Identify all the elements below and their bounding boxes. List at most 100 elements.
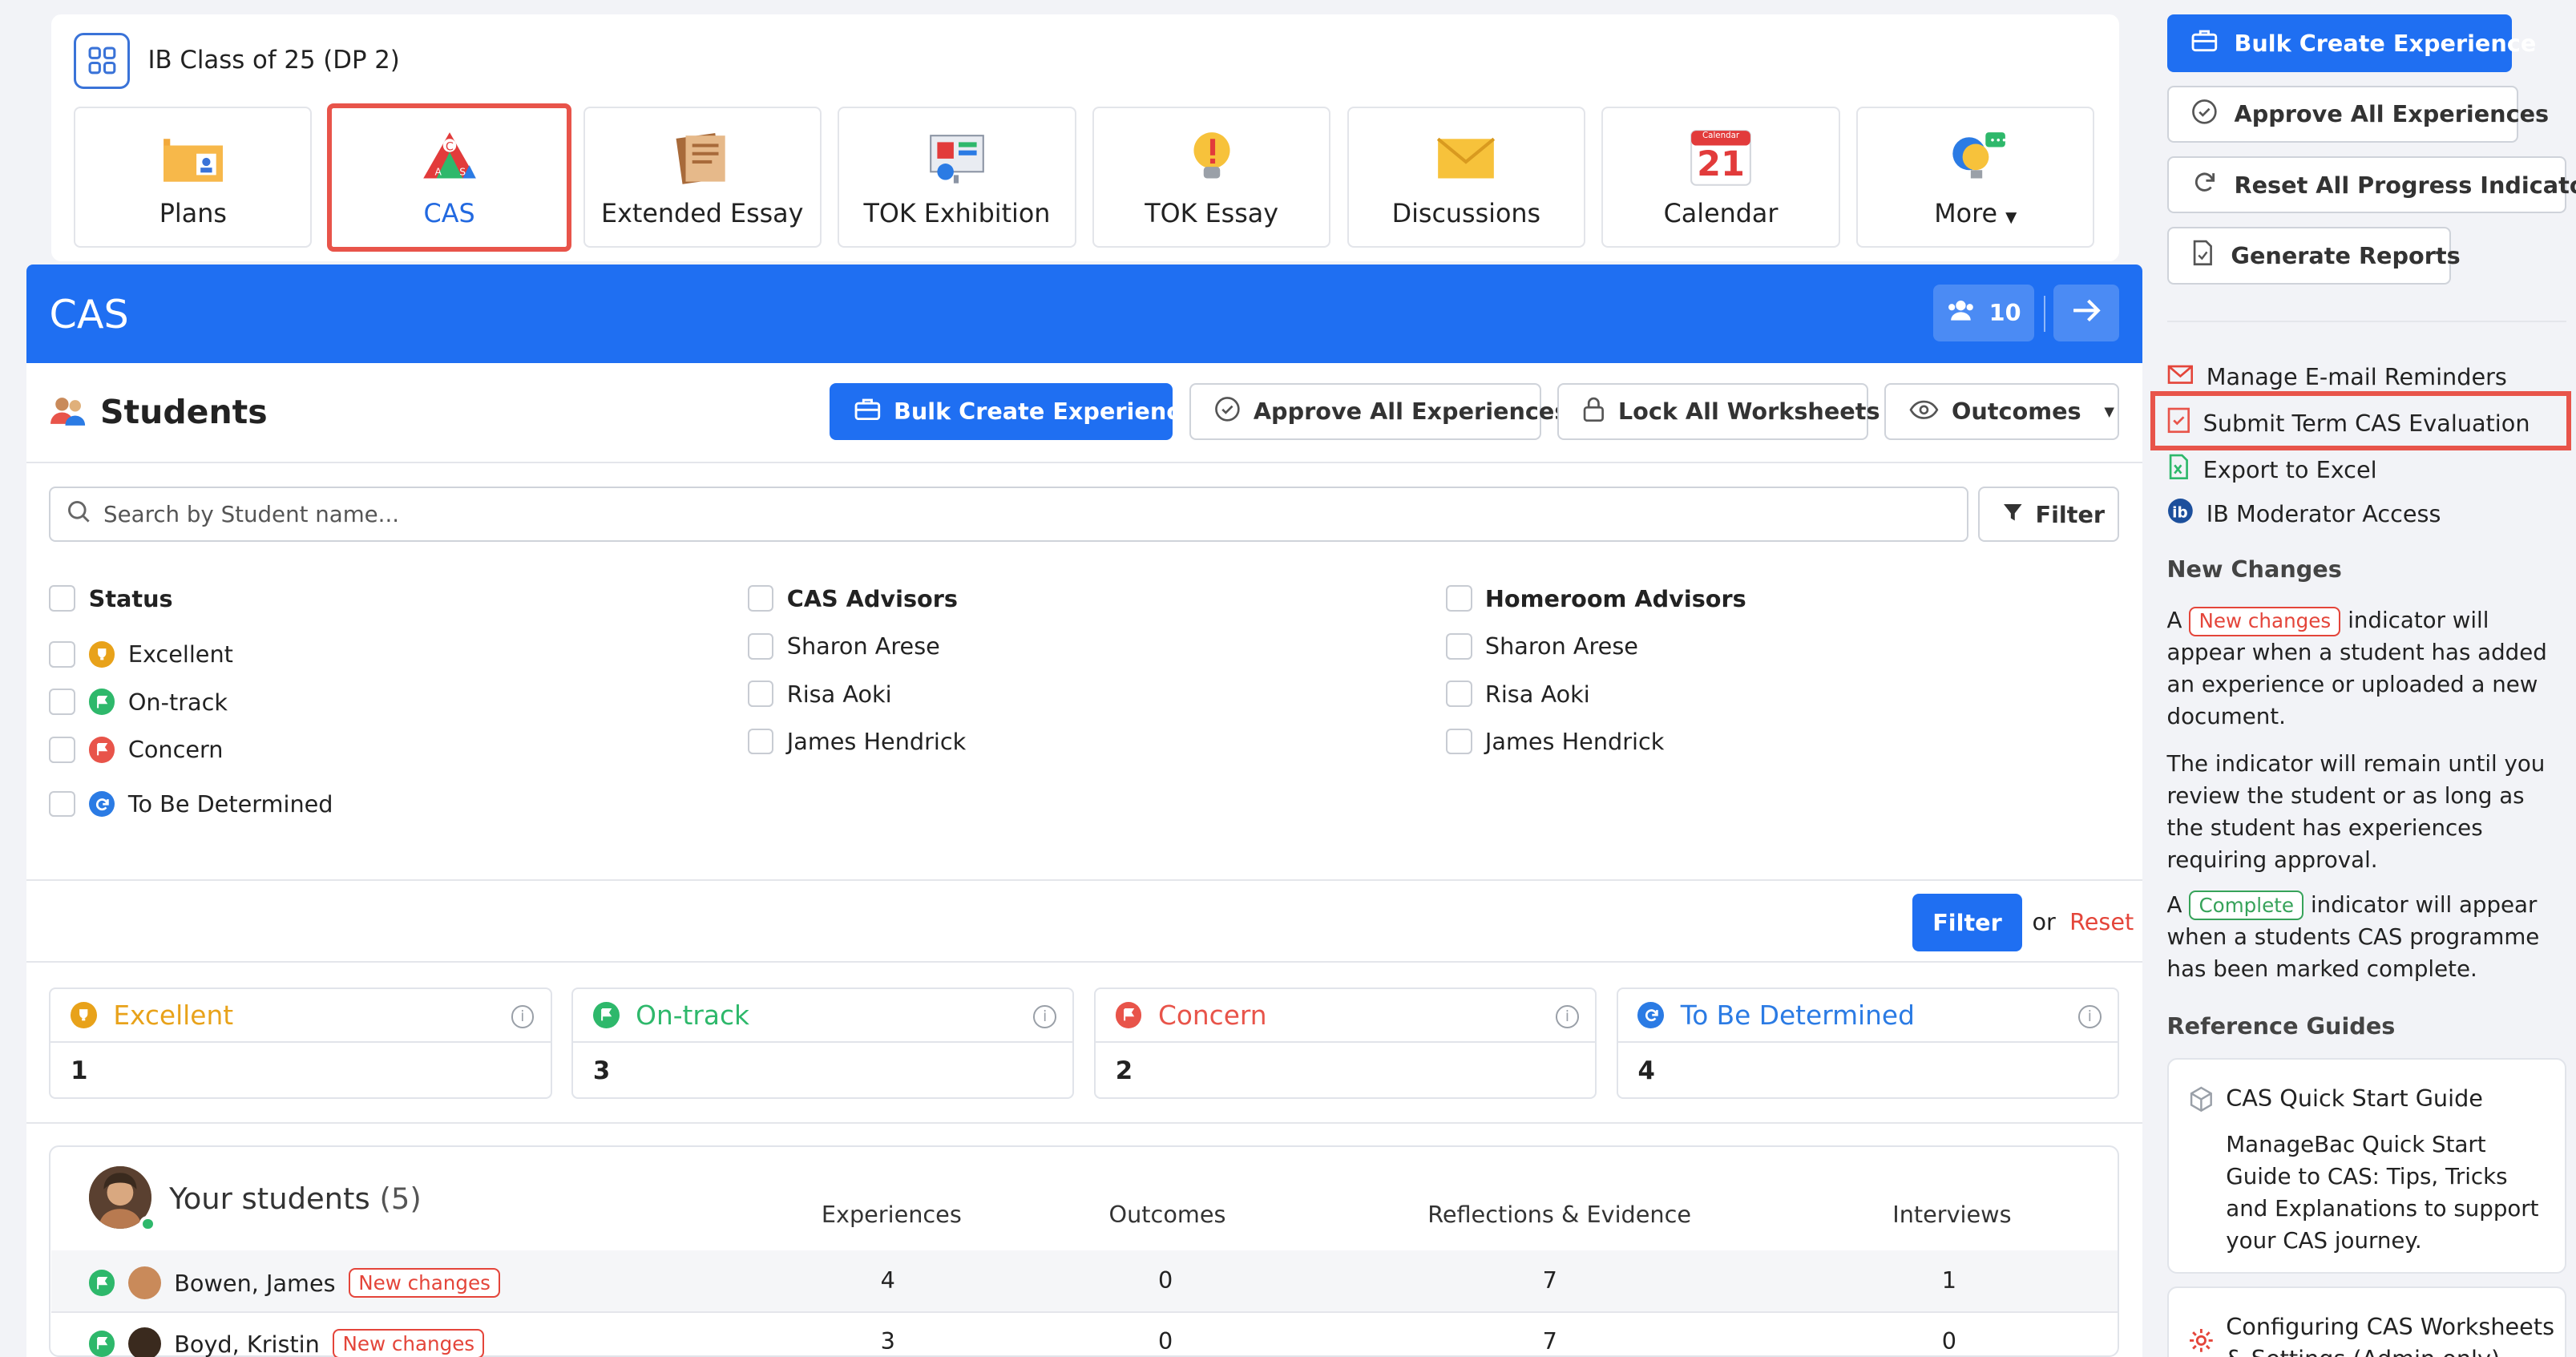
student-search-input[interactable] (103, 501, 1089, 527)
student-name-cell[interactable]: Bowen, James New changes (89, 1266, 500, 1299)
filter-option-label: James Hendrick (1485, 728, 1664, 755)
sidebar-bulk-create-button[interactable]: Bulk Create Experience (2167, 14, 2512, 72)
flag-icon (89, 689, 115, 715)
homeroom-advisor-option[interactable]: James Hendrick (1446, 728, 1665, 755)
ib-moderator-access-link[interactable]: ib IB Moderator Access (2167, 498, 2441, 530)
stat-card-on-track[interactable]: On-track i 3 (571, 987, 1074, 1099)
status-filter-header[interactable]: Status (49, 585, 172, 612)
students-heading: Students (100, 393, 268, 431)
nav-tile-tok-essay[interactable]: TOK Essay (1092, 107, 1330, 248)
checkbox[interactable] (49, 689, 75, 715)
student-count-button[interactable]: 10 (1933, 285, 2033, 342)
row-divider (51, 1311, 2118, 1313)
discussions-envelope-icon (1433, 127, 1499, 187)
checkbox[interactable] (49, 737, 75, 763)
stat-card-tbd[interactable]: To Be Determined i 4 (1617, 987, 2119, 1099)
filter-group-title: CAS Advisors (787, 585, 958, 612)
checkbox[interactable] (1446, 633, 1472, 660)
nav-tile-label: TOK Essay (1145, 200, 1278, 228)
status-filter-excellent[interactable]: Excellent (49, 640, 232, 668)
nav-tile-cas[interactable]: CAS CAS (327, 103, 571, 251)
checkbox[interactable] (748, 729, 774, 755)
filter-option-label: James Hendrick (787, 728, 966, 755)
refresh-icon (2191, 169, 2218, 201)
checkbox[interactable] (748, 681, 774, 707)
nav-tile-plans[interactable]: Plans (74, 107, 312, 248)
submit-term-cas-evaluation-link[interactable]: Submit Term CAS Evaluation (2167, 407, 2530, 439)
outcomes-dropdown[interactable]: Outcomes ▼ (1884, 383, 2119, 441)
guide-title[interactable]: Configuring CAS Worksheets & Settings (A… (2226, 1311, 2554, 1357)
reset-link[interactable]: Reset (2069, 908, 2134, 935)
checkbox[interactable] (1446, 585, 1472, 612)
stat-card-concern[interactable]: Concern i 2 (1094, 987, 1597, 1099)
cas-advisor-option[interactable]: Sharon Arese (748, 632, 940, 660)
reset-progress-indicators-button[interactable]: Reset All Progress Indicators (2167, 156, 2566, 214)
homeroom-advisors-filter-header[interactable]: Homeroom Advisors (1446, 585, 1746, 612)
student-name[interactable]: Boyd, Kristin (174, 1331, 320, 1357)
info-icon[interactable]: i (1033, 1005, 1056, 1028)
search-icon (67, 500, 91, 529)
export-to-excel-link[interactable]: Export to Excel (2167, 454, 2377, 486)
info-icon[interactable]: i (2078, 1005, 2102, 1028)
guide-title[interactable]: CAS Quick Start Guide (2226, 1084, 2483, 1112)
apps-grid-icon[interactable] (74, 33, 130, 89)
svg-text:ib: ib (2172, 505, 2188, 522)
checkbox[interactable] (748, 585, 774, 612)
experiences-value: 4 (881, 1266, 895, 1294)
status-filter-on-track[interactable]: On-track (49, 689, 227, 716)
checkbox[interactable] (49, 641, 75, 668)
column-header-reflections[interactable]: Reflections & Evidence (1427, 1201, 1691, 1228)
checked-document-icon (2167, 407, 2190, 439)
checkbox[interactable] (49, 585, 75, 612)
column-header-experiences[interactable]: Experiences (822, 1201, 962, 1228)
student-name-cell[interactable]: Boyd, Kristin New changes (89, 1327, 485, 1357)
checkbox[interactable] (1446, 681, 1472, 707)
your-students-title: Your students (169, 1181, 370, 1216)
flag-icon (1116, 1002, 1142, 1028)
apply-filter-button[interactable]: Filter (1912, 894, 2022, 951)
guide-card-configuring-worksheets[interactable]: Configuring CAS Worksheets & Settings (A… (2167, 1286, 2566, 1357)
column-header-outcomes[interactable]: Outcomes (1109, 1201, 1226, 1228)
manage-email-reminders-link[interactable]: Manage E-mail Reminders (2167, 363, 2507, 390)
student-name[interactable]: Bowen, James (174, 1270, 335, 1297)
checkbox[interactable] (49, 791, 75, 818)
checkbox[interactable] (748, 633, 774, 660)
cas-advisors-filter-header[interactable]: CAS Advisors (748, 585, 958, 612)
nav-tile-more[interactable]: ••• More ▼ (1856, 107, 2094, 248)
trophy-icon (89, 641, 115, 668)
student-avatar (128, 1266, 161, 1299)
sidebar-approve-all-button[interactable]: Approve All Experiences (2167, 86, 2519, 143)
button-label: Reset All Progress Indicators (2235, 172, 2576, 199)
go-arrow-button[interactable] (2053, 285, 2119, 342)
info-icon[interactable]: i (511, 1005, 535, 1028)
stat-value: 1 (50, 1043, 550, 1098)
stat-value: 3 (573, 1043, 1072, 1098)
generate-reports-button[interactable]: Generate Reports (2167, 227, 2452, 285)
nav-tile-calendar[interactable]: Calendar 21 Calendar (1601, 107, 1839, 248)
cas-advisor-option[interactable]: Risa Aoki (748, 681, 892, 708)
document-icon (2191, 240, 2215, 272)
approve-all-experiences-button[interactable]: Approve All Experiences (1189, 383, 1541, 441)
homeroom-advisor-option[interactable]: Sharon Arese (1446, 632, 1638, 660)
filter-toggle-button[interactable]: Filter (1978, 487, 2119, 543)
nav-tile-discussions[interactable]: Discussions (1347, 107, 1585, 248)
filter-option-label: Risa Aoki (787, 681, 892, 708)
filter-group-title: Status (89, 585, 173, 612)
status-filter-tbd[interactable]: To Be Determined (49, 790, 333, 818)
button-label: Outcomes (1952, 398, 2081, 425)
lock-all-worksheets-button[interactable]: Lock All Worksheets (1557, 383, 1867, 441)
checkbox[interactable] (1446, 729, 1472, 755)
student-search-field[interactable] (49, 487, 1968, 543)
status-filter-concern[interactable]: Concern (49, 736, 223, 763)
homeroom-advisor-option[interactable]: Risa Aoki (1446, 681, 1590, 708)
stat-value: 4 (1618, 1043, 2118, 1098)
guide-card-cas-quick-start[interactable]: CAS Quick Start Guide ManageBac Quick St… (2167, 1058, 2566, 1274)
stat-card-excellent[interactable]: Excellent i 1 (49, 987, 551, 1099)
column-header-interviews[interactable]: Interviews (1892, 1201, 2011, 1228)
tok-exhibition-board-icon (924, 127, 990, 187)
nav-tile-tok-exhibition[interactable]: TOK Exhibition (838, 107, 1076, 248)
nav-tile-extended-essay[interactable]: Extended Essay (583, 107, 822, 248)
bulk-create-experience-button[interactable]: Bulk Create Experience (830, 383, 1173, 441)
info-icon[interactable]: i (1556, 1005, 1579, 1028)
cas-advisor-option[interactable]: James Hendrick (748, 728, 967, 755)
